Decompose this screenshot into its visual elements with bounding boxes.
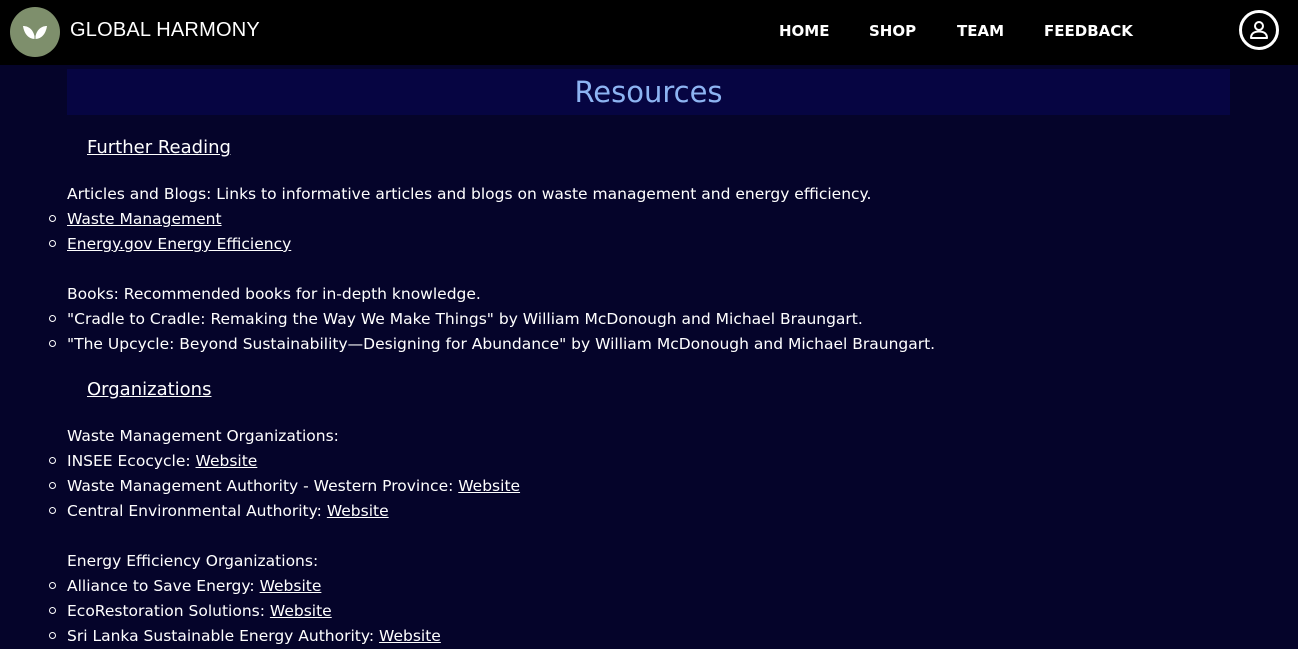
articles-intro: Articles and Blogs: Links to informative… <box>67 185 872 203</box>
bullet-icon <box>49 315 56 322</box>
website-link[interactable]: Website <box>458 477 520 495</box>
bullet-icon <box>49 607 56 614</box>
article-link-waste-management[interactable]: Waste Management <box>67 210 222 228</box>
nav-feedback[interactable]: FEEDBACK <box>1044 22 1133 40</box>
bullet-icon <box>49 215 56 222</box>
website-link[interactable]: Website <box>327 502 389 520</box>
page-title-bar: Resources <box>67 69 1230 115</box>
bullet-icon <box>49 340 56 347</box>
brand-name[interactable]: GLOBAL HARMONY <box>70 19 260 42</box>
organizations-heading[interactable]: Organizations <box>87 379 211 400</box>
org-name: Waste Management Authority - Western Pro… <box>67 477 459 495</box>
bullet-icon <box>49 240 56 247</box>
user-icon <box>1250 21 1268 39</box>
list-item: Central Environmental Authority: Website <box>67 501 389 521</box>
article-link-energy-gov[interactable]: Energy.gov Energy Efficiency <box>67 235 291 253</box>
org-name: Central Environmental Authority: <box>67 502 327 520</box>
bullet-icon <box>49 457 56 464</box>
logo[interactable] <box>10 7 60 57</box>
list-item: Alliance to Save Energy: Website <box>67 576 321 596</box>
list-item: INSEE Ecocycle: Website <box>67 451 257 471</box>
energy-orgs-intro: Energy Efficiency Organizations: <box>67 552 319 570</box>
nav-shop[interactable]: SHOP <box>869 22 916 40</box>
waste-orgs-intro: Waste Management Organizations: <box>67 427 339 445</box>
book-item-cradle: "Cradle to Cradle: Remaking the Way We M… <box>67 310 863 328</box>
list-item: Waste Management Authority - Western Pro… <box>67 476 520 496</box>
website-link[interactable]: Website <box>379 627 441 645</box>
book-item-upcycle: "The Upcycle: Beyond Sustainability—Desi… <box>67 335 936 353</box>
leaf-logo-icon <box>23 26 47 39</box>
nav-team[interactable]: TEAM <box>957 22 1004 40</box>
org-name: INSEE Ecocycle: <box>67 452 196 470</box>
org-name: Sri Lanka Sustainable Energy Authority: <box>67 627 380 645</box>
bullet-icon <box>49 632 56 639</box>
list-item: Waste Management <box>67 209 222 229</box>
list-item: EcoRestoration Solutions: Website <box>67 601 332 621</box>
bullet-icon <box>49 582 56 589</box>
website-link[interactable]: Website <box>196 452 258 470</box>
list-item: Energy.gov Energy Efficiency <box>67 234 291 254</box>
website-link[interactable]: Website <box>270 602 332 620</box>
org-name: Alliance to Save Energy: <box>67 577 260 595</box>
profile-button[interactable] <box>1239 10 1279 50</box>
books-intro: Books: Recommended books for in-depth kn… <box>67 285 481 303</box>
bullet-icon <box>49 507 56 514</box>
further-reading-heading[interactable]: Further Reading <box>87 137 231 158</box>
website-link[interactable]: Website <box>260 577 322 595</box>
top-navbar: GLOBAL HARMONY HOME SHOP TEAM FEEDBACK <box>0 0 1298 65</box>
list-item: Sri Lanka Sustainable Energy Authority: … <box>67 626 441 646</box>
bullet-icon <box>49 482 56 489</box>
page-title: Resources <box>574 75 723 109</box>
nav-home[interactable]: HOME <box>779 22 829 40</box>
org-name: EcoRestoration Solutions: <box>67 602 270 620</box>
